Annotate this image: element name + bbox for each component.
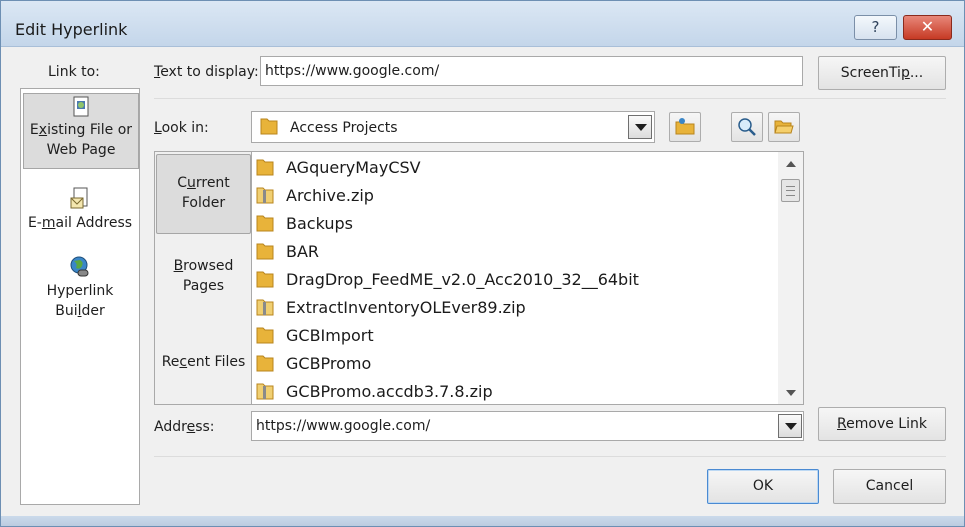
dialog-content: Link to: Existing File or Web Page E-mai…	[2, 48, 963, 516]
file-list-item[interactable]: GCBPromo	[256, 349, 371, 377]
window-bottom-border	[1, 516, 964, 526]
close-button[interactable]: ✕	[903, 15, 952, 40]
existing-file-label-line1: Existing File or	[29, 122, 133, 138]
file-list-item[interactable]: ExtractInventoryOLEver89.zip	[256, 293, 526, 321]
place-browsed-pages[interactable]: Browsed Pages	[156, 256, 251, 304]
link-to-panel: Existing File or Web Page E-mail Address…	[20, 88, 140, 505]
file-name: GCBImport	[286, 325, 374, 345]
scroll-up-icon[interactable]	[786, 161, 796, 167]
address-input[interactable]: https://www.google.com/	[251, 411, 804, 441]
edit-hyperlink-dialog: Edit Hyperlink ? ✕ Link to: Existing Fil…	[0, 0, 965, 527]
hyperlink-builder-label-line1: Hyperlink	[46, 283, 114, 299]
file-list-item[interactable]: GCBPromo.accdb3.7.8.zip	[256, 377, 493, 404]
link-to-email-address[interactable]: E-mail Address	[22, 187, 138, 235]
open-folder-icon	[774, 120, 794, 134]
file-list[interactable]: AGqueryMayCSV Archive.zip Backups BAR Dr…	[251, 151, 804, 405]
address-dropdown-arrow[interactable]	[778, 414, 802, 438]
file-name: GCBPromo	[286, 353, 372, 373]
file-list-item[interactable]: Archive.zip	[256, 181, 374, 209]
recent-files-label: Recent Files	[161, 354, 246, 370]
file-list-item[interactable]: DragDrop_FeedME_v2.0_Acc2010_32__64bit	[256, 265, 639, 293]
folder-icon	[256, 271, 274, 288]
browsed-pages-label-line1: Browsed	[173, 258, 234, 274]
dialog-title: Edit Hyperlink	[15, 20, 128, 39]
file-name: BAR	[286, 241, 320, 261]
remove-link-button[interactable]: Remove Link	[818, 407, 946, 441]
existing-file-icon	[73, 96, 89, 117]
browsed-pages-label-line2: Pages	[182, 278, 225, 294]
look-in-label: Look in:	[154, 120, 209, 136]
search-icon	[738, 118, 756, 136]
address-label: Address:	[154, 419, 215, 435]
look-in-dropdown-arrow[interactable]	[628, 115, 652, 139]
folder-icon	[260, 118, 278, 135]
place-recent-files[interactable]: Recent Files	[156, 352, 251, 376]
browse-web-icon	[675, 118, 695, 135]
text-to-display-label: Text to display:	[154, 64, 259, 80]
hyperlink-builder-icon	[70, 256, 89, 277]
cancel-button[interactable]: Cancel	[833, 469, 946, 504]
current-folder-label-line1: Current	[177, 175, 230, 191]
file-list-item[interactable]: GCBImport	[256, 321, 374, 349]
zip-folder-icon	[256, 299, 274, 316]
file-name: ExtractInventoryOLEver89.zip	[286, 297, 526, 317]
file-list-item[interactable]: BAR	[256, 237, 319, 265]
zip-folder-icon	[256, 383, 274, 400]
folder-icon	[256, 215, 274, 232]
link-to-existing-file[interactable]: Existing File or Web Page	[23, 93, 139, 169]
folder-icon	[256, 159, 274, 176]
folder-icon	[256, 243, 274, 260]
zip-folder-icon	[256, 187, 274, 204]
text-to-display-input[interactable]: https://www.google.com/	[260, 56, 803, 86]
separator-bottom	[154, 456, 946, 457]
separator-top	[154, 98, 946, 99]
hyperlink-builder-label-line2: Builder	[55, 303, 105, 319]
scroll-thumb[interactable]	[781, 179, 800, 202]
email-address-label: E-mail Address	[27, 215, 133, 231]
file-name: AGqueryMayCSV	[286, 157, 421, 177]
browse-folder-button[interactable]	[768, 112, 800, 142]
file-name: DragDrop_FeedME_v2.0_Acc2010_32__64bit	[286, 269, 639, 289]
file-list-scrollbar[interactable]	[778, 152, 803, 404]
file-name: GCBPromo.accdb3.7.8.zip	[286, 381, 493, 401]
link-to-label: Link to:	[48, 64, 100, 80]
file-list-item[interactable]: Backups	[256, 209, 353, 237]
scroll-down-icon[interactable]	[786, 390, 796, 396]
file-list-item[interactable]: AGqueryMayCSV	[256, 153, 421, 181]
ok-button[interactable]: OK	[707, 469, 819, 504]
file-name: Archive.zip	[286, 185, 374, 205]
email-address-icon	[70, 187, 88, 209]
place-current-folder[interactable]: Current Folder	[156, 154, 251, 234]
help-button[interactable]: ?	[854, 15, 897, 40]
existing-file-label-line2: Web Page	[46, 142, 116, 158]
file-name: Backups	[286, 213, 353, 233]
browse-file-button[interactable]	[731, 112, 763, 142]
browse-web-button[interactable]	[669, 112, 701, 142]
current-folder-label-line2: Folder	[181, 195, 226, 211]
folder-icon	[256, 355, 274, 372]
places-panel: Current Folder Browsed Pages Recent File…	[154, 151, 251, 405]
folder-icon	[256, 327, 274, 344]
title-bar[interactable]: Edit Hyperlink ? ✕	[1, 1, 964, 47]
look-in-combo[interactable]: Access Projects	[251, 111, 655, 143]
look-in-value: Access Projects	[290, 120, 398, 136]
screentip-button[interactable]: ScreenTip...	[818, 56, 946, 90]
link-to-hyperlink-builder[interactable]: Hyperlink Builder	[22, 255, 138, 325]
